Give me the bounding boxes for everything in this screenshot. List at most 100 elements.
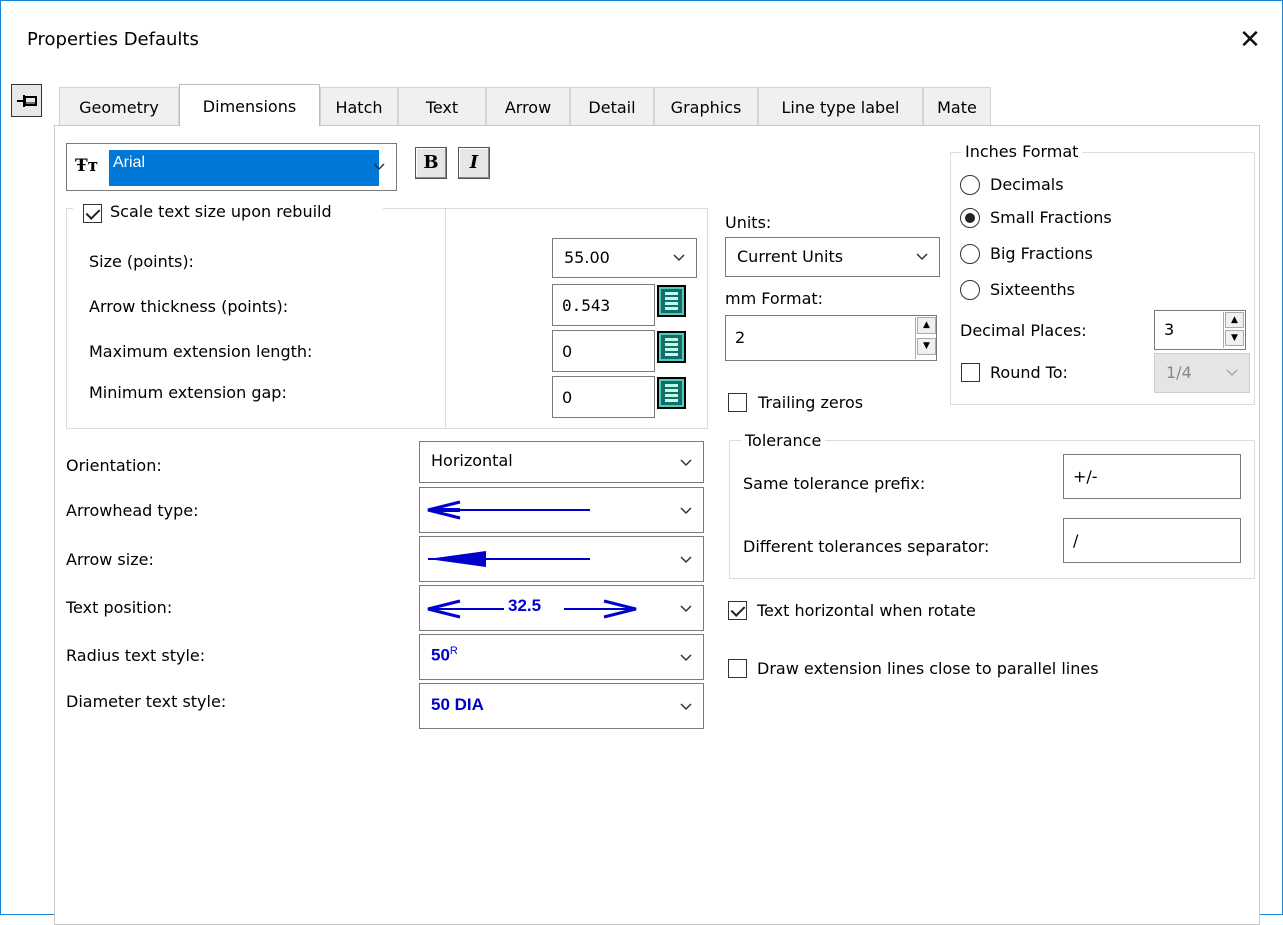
radio-sixteenths[interactable] (960, 280, 980, 300)
radius-style-value: 50 (431, 645, 450, 665)
same-tolerance-input[interactable]: +/- (1063, 454, 1241, 499)
radio-decimals[interactable] (960, 175, 980, 195)
mm-format-value: 2 (735, 328, 746, 347)
text-position-select[interactable]: 32.5 (419, 585, 704, 631)
scale-text-label: Scale text size upon rebuild (110, 202, 332, 221)
radius-style-sup: R (449, 645, 458, 657)
text-horizontal-checkbox[interactable] (728, 601, 747, 620)
calculator-icon[interactable] (657, 285, 686, 317)
decimal-places-spinner[interactable]: ▲ ▼ (1223, 312, 1245, 348)
scale-text-checkbox[interactable] (83, 204, 102, 223)
truetype-icon: Ŧт (75, 156, 99, 176)
tab-detail[interactable]: Detail (570, 87, 654, 127)
chevron-down-icon (680, 605, 692, 613)
big-fractions-label: Big Fractions (990, 244, 1093, 263)
tab-mate[interactable]: Mate (923, 87, 991, 127)
orientation-label: Orientation: (66, 456, 162, 475)
bold-button[interactable]: B (415, 147, 447, 179)
radio-small-fractions[interactable] (960, 208, 980, 228)
different-tolerance-label: Different tolerances separator: (743, 537, 990, 556)
chevron-down-icon (680, 459, 692, 467)
diameter-text-style-select[interactable]: 50 DIA (419, 683, 704, 729)
draw-extension-label: Draw extension lines close to parallel l… (757, 659, 1099, 678)
chevron-down-icon (673, 254, 685, 262)
diameter-text-style-label: Diameter text style: (66, 692, 227, 711)
units-value: Current Units (737, 247, 844, 266)
tab-graphics[interactable]: Graphics (654, 87, 758, 127)
draw-extension-checkbox[interactable] (728, 659, 747, 678)
max-extension-input[interactable]: 0 (552, 330, 655, 372)
chevron-down-icon (373, 163, 385, 171)
italic-button[interactable]: I (458, 147, 490, 179)
sixteenths-label: Sixteenths (990, 280, 1075, 299)
radius-text-style-select[interactable]: 50R (419, 634, 704, 680)
trailing-zeros-checkbox[interactable] (728, 393, 747, 412)
round-to-label: Round To: (990, 363, 1068, 382)
min-extension-value: 0 (562, 388, 573, 407)
text-position-value: 32.5 (508, 596, 542, 615)
radio-big-fractions[interactable] (960, 244, 980, 264)
trailing-zeros-label: Trailing zeros (758, 393, 864, 412)
window-title: Properties Defaults (27, 29, 199, 50)
chevron-down-icon (680, 703, 692, 711)
round-to-value: 1/4 (1166, 363, 1192, 382)
close-icon[interactable]: ✕ (1233, 23, 1267, 57)
arrow-thickness-value: 0.543 (562, 296, 611, 315)
size-select[interactable]: 55.00 (552, 238, 697, 278)
mm-format-spinner[interactable]: ▲ ▼ (915, 317, 937, 359)
max-extension-value: 0 (562, 342, 573, 361)
text-position-label: Text position: (66, 598, 173, 617)
mm-format-label: mm Format: (725, 289, 824, 308)
tab-hatch[interactable]: Hatch (320, 87, 398, 127)
tab-dimensions[interactable]: Dimensions (179, 84, 320, 126)
small-fractions-label: Small Fractions (990, 208, 1112, 227)
chevron-down-icon (1226, 369, 1238, 377)
same-tolerance-label: Same tolerance prefix: (743, 474, 926, 493)
spin-down-icon[interactable]: ▼ (1225, 330, 1244, 346)
calculator-icon[interactable] (657, 377, 686, 409)
properties-defaults-window: Properties Defaults ✕ Geometry Dimension… (0, 0, 1283, 925)
arrowhead-type-select[interactable] (419, 487, 704, 533)
arrow-size-label: Arrow size: (66, 550, 154, 569)
min-extension-label: Minimum extension gap: (89, 383, 287, 402)
arrow-thickness-input[interactable]: 0.543 (552, 284, 655, 326)
spin-up-icon[interactable]: ▲ (1225, 312, 1244, 328)
units-label: Units: (725, 213, 772, 232)
units-select[interactable]: Current Units (725, 237, 940, 277)
decimal-places-label: Decimal Places: (960, 321, 1087, 340)
title-bar: Properties Defaults ✕ (1, 1, 1282, 79)
inches-format-title: Inches Format (961, 142, 1083, 161)
size-label: Size (points): (89, 252, 194, 271)
pin-icon[interactable] (11, 84, 42, 117)
chevron-down-icon (916, 253, 928, 261)
different-tolerance-input[interactable]: / (1063, 518, 1241, 563)
orientation-value: Horizontal (431, 451, 513, 470)
mm-format-input[interactable]: 2 ▲ ▼ (725, 315, 937, 361)
tab-geometry[interactable]: Geometry (59, 87, 179, 127)
text-horizontal-label: Text horizontal when rotate (757, 601, 976, 620)
chevron-down-icon (680, 556, 692, 564)
different-tolerance-value: / (1073, 531, 1079, 550)
calculator-icon[interactable] (657, 331, 686, 363)
decimal-places-value: 3 (1164, 320, 1175, 339)
round-to-select[interactable]: 1/4 (1154, 353, 1250, 393)
orientation-select[interactable]: Horizontal (419, 441, 704, 483)
tab-line-type-label[interactable]: Line type label (758, 87, 923, 127)
spin-down-icon[interactable]: ▼ (917, 338, 936, 355)
size-value: 55.00 (564, 248, 610, 267)
tab-arrow[interactable]: Arrow (486, 87, 570, 127)
min-extension-input[interactable]: 0 (552, 376, 655, 418)
spin-up-icon[interactable]: ▲ (917, 317, 936, 334)
font-select[interactable]: Ŧт Arial (66, 143, 397, 191)
decimal-places-input[interactable]: 3 ▲ ▼ (1154, 310, 1246, 350)
round-to-checkbox[interactable] (961, 363, 980, 382)
arrowhead-type-label: Arrowhead type: (66, 501, 199, 520)
tab-text[interactable]: Text (398, 87, 486, 127)
chevron-down-icon (680, 654, 692, 662)
arrow-thickness-label: Arrow thickness (points): (89, 297, 289, 316)
tolerance-title: Tolerance (741, 431, 826, 450)
arrow-size-select[interactable] (419, 536, 704, 582)
arrowhead-open-icon (427, 500, 590, 520)
max-extension-label: Maximum extension length: (89, 342, 313, 361)
same-tolerance-value: +/- (1073, 467, 1098, 486)
